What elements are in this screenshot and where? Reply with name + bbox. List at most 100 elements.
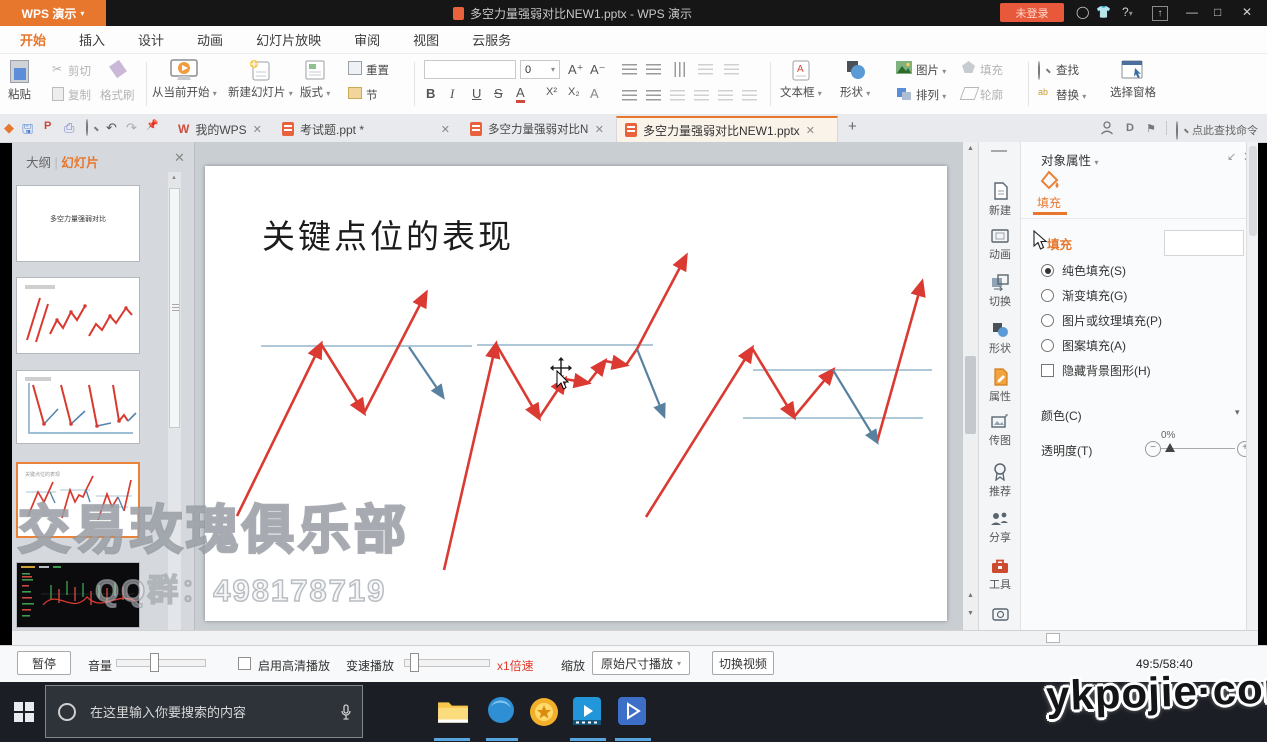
video-player-icon[interactable]	[572, 696, 604, 728]
shapes-button[interactable]: 形状 ▾	[840, 59, 870, 100]
underline-button[interactable]: U	[472, 86, 481, 101]
scrollbar-thumb[interactable]	[1046, 633, 1060, 643]
transparency-slider-thumb[interactable]	[1165, 443, 1175, 452]
start-button[interactable]	[14, 702, 34, 722]
flag-icon[interactable]: ⚑	[1146, 122, 1156, 135]
new-slide-button[interactable]: 新建幻灯片 ▾	[228, 59, 293, 100]
volume-slider-thumb[interactable]	[150, 653, 159, 672]
new-tab-button[interactable]: +	[848, 118, 857, 135]
font-color-button[interactable]: A	[516, 86, 525, 103]
close-panel-icon[interactable]: ✕	[174, 150, 185, 166]
font-size-box[interactable]: 0▾	[520, 60, 560, 79]
volume-slider[interactable]	[116, 659, 206, 667]
canvas-scrollbar[interactable]: ▲ ▲ ▼	[962, 142, 978, 630]
columns-icon[interactable]	[698, 64, 713, 75]
find-button[interactable]: 查找	[1056, 62, 1079, 78]
wps-app-menu-button[interactable]: WPS 演示 ▾	[0, 0, 106, 26]
rail-item-tools[interactable]: 工具	[979, 558, 1021, 592]
tab-doc-new[interactable]: 多空力量强弱对比NEW.ppt ✕	[462, 116, 612, 142]
increase-font-button[interactable]: A⁺	[568, 62, 584, 78]
browser-icon[interactable]	[487, 696, 519, 728]
media-play-app-icon[interactable]	[617, 696, 649, 728]
tab-my-wps[interactable]: W 我的WPS ✕	[170, 116, 270, 142]
numbered-list-icon[interactable]	[646, 64, 661, 75]
scrollbar-thumb[interactable]	[965, 356, 976, 434]
close-button[interactable]: ✕	[1242, 5, 1252, 19]
outline-button[interactable]: 轮廓	[980, 87, 1003, 103]
minimize-button[interactable]: —	[1186, 5, 1198, 19]
file-explorer-icon[interactable]	[437, 696, 469, 728]
collapse-handle-icon[interactable]	[991, 150, 1007, 152]
rail-item-upload-image[interactable]: 传图	[979, 414, 1021, 448]
cut-button[interactable]: 剪切	[68, 63, 91, 79]
taskbar-search[interactable]: 在这里输入你要搜索的内容	[45, 685, 363, 738]
tab-exam-ppt[interactable]: 考试题.ppt * ✕	[274, 116, 458, 142]
pullback-arrow-2[interactable]	[637, 349, 664, 416]
pin-icon[interactable]: 📌	[146, 120, 158, 131]
login-button[interactable]: 未登录	[1000, 3, 1064, 22]
section-button[interactable]: 节	[366, 87, 378, 103]
menu-tab-slideshow[interactable]: 幻灯片放映	[256, 30, 321, 49]
font-name-box[interactable]	[424, 60, 516, 79]
close-tab-icon[interactable]: ✕	[441, 123, 450, 136]
menu-tab-animation[interactable]: 动画	[197, 30, 223, 49]
switch-video-button[interactable]: 切换视频	[712, 651, 774, 675]
slide-title[interactable]: 关键点位的表现	[262, 219, 514, 256]
rail-item-new[interactable]: 新建	[979, 182, 1021, 218]
align-left-icon[interactable]	[622, 90, 637, 101]
expand-panel-icon[interactable]: ↙	[1227, 150, 1236, 163]
scroll-up-icon[interactable]: ▲	[171, 175, 177, 181]
menu-tab-cloud[interactable]: 云服务	[472, 30, 511, 49]
menu-tab-review[interactable]: 审阅	[354, 30, 380, 49]
align-center-icon[interactable]	[646, 90, 661, 101]
docer-icon[interactable]: D	[1126, 122, 1134, 134]
menu-tab-insert[interactable]: 插入	[79, 30, 105, 49]
fill-tab[interactable]: 填充	[1037, 194, 1061, 211]
panel-scrollbar[interactable]	[1246, 142, 1258, 630]
menu-tab-design[interactable]: 设计	[138, 30, 164, 49]
fill-button[interactable]: 填充	[980, 62, 1003, 78]
next-slide-icon[interactable]: ▼	[967, 610, 974, 617]
checkbox-hide-background[interactable]: 隐藏背景图形(H)	[1041, 362, 1151, 379]
radio-solid-fill[interactable]: 纯色填充(S)	[1041, 262, 1126, 279]
menu-tab-view[interactable]: 视图	[413, 30, 439, 49]
slide-thumbnail-1[interactable]: 多空力量强弱对比	[16, 185, 140, 262]
zoom-mode-select[interactable]: 原始尺寸播放▾	[592, 651, 690, 675]
command-search-input[interactable]: 点此查找命令	[1192, 122, 1258, 138]
rail-item-recommend[interactable]: 推荐	[979, 463, 1021, 499]
rail-item-share[interactable]: 分享	[979, 511, 1021, 545]
maximize-button[interactable]: □	[1214, 5, 1221, 19]
line-spacing-icon[interactable]	[724, 64, 739, 75]
price-path-2[interactable]	[444, 256, 686, 570]
slide-thumbnail-3[interactable]	[16, 370, 140, 444]
bullet-list-icon[interactable]	[622, 64, 637, 75]
save-icon[interactable]: 🖫	[22, 120, 33, 142]
rail-item-partial[interactable]	[979, 606, 1021, 621]
rail-item-properties-active[interactable]: 属性	[979, 368, 1021, 404]
undo-icon[interactable]: ↶	[106, 120, 117, 136]
paste-button[interactable]: 粘贴	[8, 60, 31, 102]
picture-button[interactable]: 图片 ▾	[916, 62, 946, 78]
export-pdf-icon[interactable]: P	[44, 120, 51, 132]
reset-button[interactable]: 重置	[366, 62, 389, 78]
horizontal-scrollbar[interactable]	[12, 630, 1258, 645]
radio-gradient-fill[interactable]: 渐变填充(G)	[1041, 287, 1127, 304]
decrease-font-button[interactable]: A⁻	[590, 62, 606, 78]
print-icon[interactable]: ⎙	[64, 120, 74, 136]
hd-checkbox[interactable]	[238, 657, 251, 670]
subscript-button[interactable]: X₂	[568, 86, 580, 98]
indent-decrease-icon[interactable]	[718, 90, 733, 101]
rail-item-animation[interactable]: 动画	[979, 228, 1021, 262]
price-path-1[interactable]	[237, 293, 426, 516]
align-right-icon[interactable]	[670, 90, 685, 101]
text-box-button[interactable]: A 文本框 ▾	[780, 59, 822, 100]
rail-item-transition[interactable]: 切换	[979, 274, 1021, 309]
redo-icon[interactable]: ↷	[126, 120, 137, 136]
italic-button[interactable]: I	[450, 86, 454, 102]
close-tab-icon[interactable]: ✕	[806, 124, 815, 137]
selection-pane-button[interactable]: 选择窗格	[1110, 59, 1156, 100]
text-direction-icon[interactable]	[674, 62, 685, 77]
wps-home-icon[interactable]: ◆	[4, 120, 14, 136]
close-tab-icon[interactable]: ✕	[253, 123, 262, 136]
collapse-ribbon-icon[interactable]: ↑	[1152, 6, 1168, 21]
